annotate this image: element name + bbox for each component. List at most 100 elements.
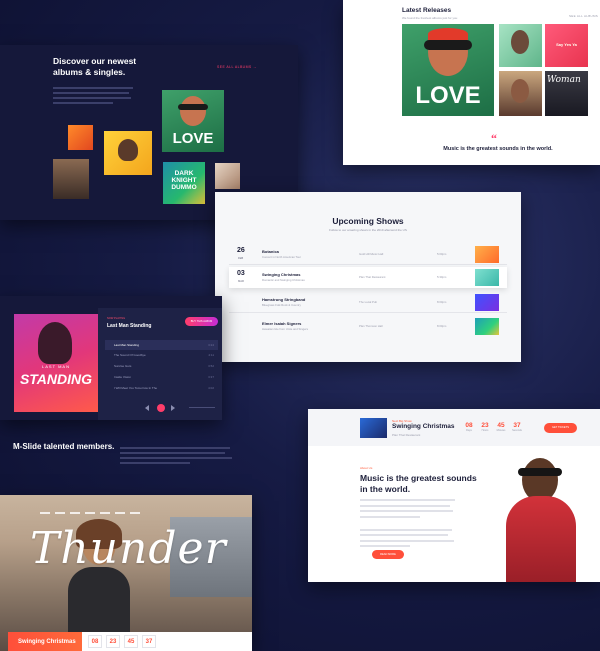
show-thumbnail (475, 318, 499, 335)
albums-title: Discover our newest albums & singles. (53, 56, 137, 77)
playlist-item[interactable]: Sunrise Guts 3:52 (105, 361, 218, 371)
show-name: Elmer Isaiah Signers (262, 321, 302, 326)
show-description: Concert in North American Tour (262, 255, 301, 259)
see-all-albums-link[interactable]: SEE ALL ALBUMS → (217, 65, 257, 69)
event-artist-photo (484, 446, 600, 582)
get-tickets-button[interactable]: GET TICKETS (544, 423, 577, 433)
album-cover-orange[interactable] (68, 125, 93, 150)
countdown-days: 08 Days (465, 422, 473, 432)
album-cover-dark-knight[interactable]: DARK KNIGHT DUMMO (163, 162, 205, 204)
show-row[interactable]: Elmer Isaiah Signers Hawaiian Isle from … (229, 316, 507, 337)
release-cover-love[interactable]: LOVE (402, 24, 494, 116)
playlist-item-duration: 3:37 (208, 375, 214, 379)
show-name: Hamstrung Stringband (262, 297, 306, 302)
about-description (360, 499, 455, 551)
playlist-item-duration: 3:24 (208, 343, 214, 347)
releases-quote: Music is the greatest sounds in the worl… (443, 146, 553, 152)
show-day: 26 (237, 247, 245, 254)
event-place: Plan That Restaurant (392, 433, 421, 437)
show-month: FEB (238, 257, 244, 260)
countdown-minutes: 45 Minutes (496, 422, 506, 432)
read-more-button[interactable]: READ MORE (372, 550, 404, 559)
album-cover-yellow[interactable] (104, 131, 152, 175)
albums-description (53, 87, 133, 107)
release-woman-text: Woman (547, 75, 581, 85)
playlist-item-name: I Will Meet You Tomorrow In The (114, 386, 158, 390)
player-controls (105, 404, 218, 412)
show-time: 5:30pm (437, 275, 447, 279)
event-section: Next Big Show Swinging Christmas Plan Th… (308, 409, 600, 582)
play-icon[interactable] (157, 404, 165, 412)
show-name: Botanica (262, 249, 279, 254)
progress-bar[interactable] (189, 407, 215, 408)
quote-mark-icon: “ (491, 131, 497, 145)
release-cover-portrait[interactable] (499, 71, 542, 116)
shows-title: Upcoming Shows (332, 216, 404, 226)
releases-see-all-link[interactable]: SEE ALL ALBUMS (569, 14, 598, 18)
members-title: M-Slide talented members. (13, 442, 115, 451)
playlist-item-duration: 3:52 (208, 364, 214, 368)
show-time: 8:00pm (437, 300, 447, 304)
members-description (120, 447, 235, 467)
releases-subtitle: We found the freshest albums just for yo… (402, 16, 458, 20)
album-cover-love[interactable]: LOVE (162, 90, 224, 152)
show-description: Bluegrass Folk Rock & Country (262, 303, 301, 307)
playlist-item-duration: 4:11 (208, 353, 214, 357)
hero-event-bar: Swinging Christmas 08 23 45 37 (8, 632, 252, 651)
show-row[interactable]: Hamstrung Stringband Bluegrass Folk Rock… (229, 292, 507, 313)
hero-event-title: Swinging Christmas (18, 639, 76, 645)
player-eyebrow: NOW PLAYING (107, 317, 126, 320)
playlist-item-name: The Sound Of Goodbye (114, 353, 146, 357)
show-time: 5:00pm (437, 252, 447, 256)
player-track-title: Last Man Standing (107, 323, 152, 329)
release-cover-woman-script[interactable]: Woman (545, 71, 588, 116)
show-thumbnail (475, 294, 499, 311)
playlist-item[interactable]: Inside Vision 3:37 (105, 372, 218, 382)
playlist-item-name: Sunrise Guts (114, 364, 132, 368)
hero-event-label[interactable]: Swinging Christmas (8, 632, 82, 651)
hero-countdown-minutes: 45 (124, 635, 138, 648)
player-cover-title: STANDING (19, 371, 93, 387)
show-description: Hawaiian Isle from Unite and Singers (262, 327, 309, 331)
countdown-hours: 23 Hours (481, 422, 489, 432)
show-row[interactable]: 03 MAR Swinging Christmas Romantic and S… (229, 267, 507, 288)
release-cover-say-yes[interactable]: Say Yes Ya (545, 24, 588, 67)
playlist-item[interactable]: The Sound Of Goodbye 4:11 (105, 350, 218, 360)
hero-script-title: Thunder (30, 523, 227, 574)
shows-subtitle: Follow to our amazing shows in the 2019 … (329, 228, 407, 232)
show-venue: Plan Thomson Hall (359, 324, 383, 328)
album-cover-couple[interactable] (215, 163, 240, 189)
show-time: 8:00pm (437, 324, 447, 328)
playlist-item[interactable]: Last Man Standing 3:24 (105, 340, 218, 350)
show-day: 03 (237, 270, 245, 277)
upcoming-shows-section: Upcoming Shows Follow to our amazing sho… (215, 192, 521, 362)
show-venue: The Local Pub (359, 300, 378, 304)
release-say-yes-text: Say Yes Ya (556, 42, 577, 47)
playlist-item-name: Last Man Standing (114, 343, 140, 347)
release-cover-woman-green[interactable] (499, 24, 542, 67)
player-cover-subtitle: LAST MAN (42, 364, 70, 369)
next-icon[interactable] (171, 405, 175, 411)
hero-section: Thunder Swinging Christmas 08 23 45 37 (0, 495, 252, 651)
album-love-text: LOVE (172, 130, 214, 147)
album-dark-knight-text: DARK KNIGHT DUMMO (171, 170, 197, 191)
show-row[interactable]: 26 FEB Botanica Concert in North America… (229, 244, 507, 265)
releases-title: Latest Releases (402, 7, 452, 14)
show-description: Romantic and Swinging Christmas (262, 278, 305, 282)
show-name: Swinging Christmas (262, 272, 301, 277)
about-eyebrow: About Us (360, 466, 373, 470)
hero-countdown-seconds: 37 (142, 635, 156, 648)
playlist-item-duration: 4:02 (208, 386, 214, 390)
buy-album-button[interactable]: BUY THIS ALBUM (185, 317, 218, 326)
player-album-cover: LAST MAN STANDING (14, 314, 98, 412)
hero-countdown-hours: 23 (106, 635, 120, 648)
event-thumbnail (360, 418, 387, 438)
hero-nav[interactable] (40, 501, 160, 514)
latest-releases-section: Latest Releases We found the freshest al… (343, 0, 600, 165)
countdown-seconds: 37 Seconds (512, 422, 522, 432)
show-month: MAR (238, 280, 244, 283)
album-cover-portrait[interactable] (53, 159, 89, 199)
playlist-item[interactable]: I Will Meet You Tomorrow In The 4:02 (105, 383, 218, 393)
previous-icon[interactable] (145, 405, 149, 411)
playlist-item-name: Inside Vision (114, 375, 131, 379)
